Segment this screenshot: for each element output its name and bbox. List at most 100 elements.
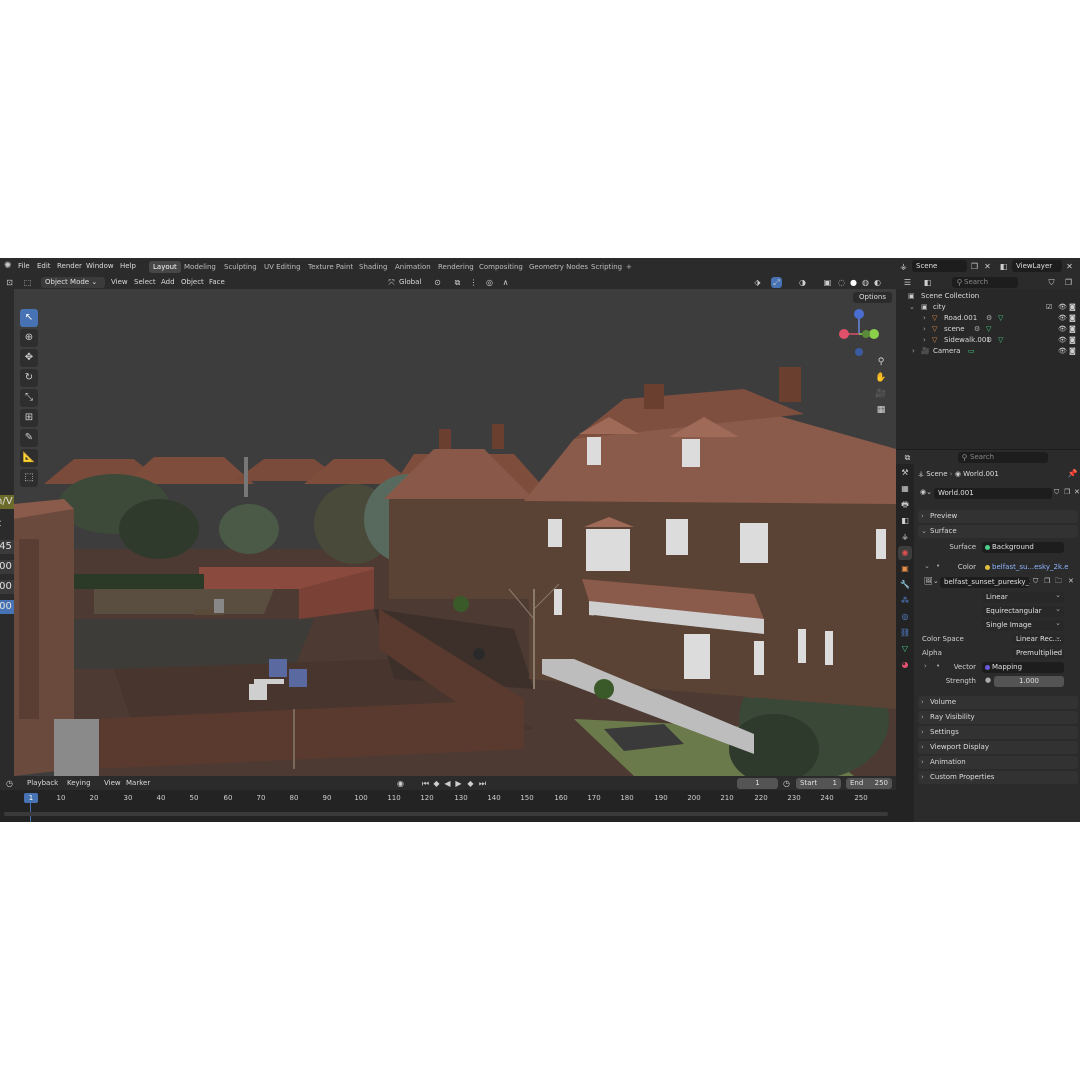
scene-name-field[interactable]: Scene bbox=[912, 260, 967, 272]
viewport-menu-face[interactable]: Face bbox=[209, 275, 225, 289]
shading-rendered-icon[interactable]: ◐ bbox=[872, 277, 883, 288]
new-scene-icon[interactable]: ❐ bbox=[969, 261, 980, 272]
modifier-tab-icon[interactable]: 🔧 bbox=[898, 578, 912, 592]
section-ray-visibility[interactable]: › Ray Visibility bbox=[918, 711, 1078, 724]
tab-sculpting[interactable]: Sculpting bbox=[220, 261, 261, 273]
3d-viewport[interactable]: ↖ ⊕ ✥ ↻ ⤡ ⊞ ✎ 📐 ⬚ Options ⚲ ✋ 🎥 ▦ bbox=[14, 289, 896, 776]
left-strip-value-4[interactable]: .00 bbox=[0, 560, 14, 574]
timeline-menu-keying[interactable]: Keying bbox=[67, 776, 91, 790]
timeline-scrollbar[interactable] bbox=[4, 812, 888, 816]
fake-user-shield-icon[interactable]: ⛉ bbox=[1033, 577, 1038, 586]
properties-search-input[interactable]: Search bbox=[958, 452, 1048, 463]
menu-file[interactable]: File bbox=[18, 258, 30, 275]
proportional-edit-icon[interactable]: ◎ bbox=[484, 277, 495, 288]
output-tab-icon[interactable]: 🖶 bbox=[898, 498, 912, 512]
pan-hand-icon[interactable]: ✋ bbox=[874, 371, 888, 385]
fake-user-shield-icon[interactable]: ⛉ bbox=[1054, 488, 1059, 497]
projection-dropdown[interactable]: Equirectangular bbox=[982, 606, 1064, 617]
snap-target-icon[interactable]: ⋮ bbox=[468, 277, 479, 288]
interpolation-dropdown[interactable]: Linear bbox=[982, 592, 1064, 603]
checkbox-icon[interactable]: ☑ bbox=[1046, 302, 1052, 313]
jump-start-icon[interactable]: ⏮ bbox=[420, 778, 431, 789]
view-layer-field[interactable]: ViewLayer bbox=[1012, 260, 1062, 272]
section-animation[interactable]: › Animation bbox=[918, 756, 1078, 769]
surface-shader-field[interactable]: Background bbox=[982, 542, 1064, 553]
falloff-icon[interactable]: ∧ bbox=[500, 277, 511, 288]
outliner-editor-icon[interactable]: ☰ bbox=[902, 277, 913, 288]
source-dropdown[interactable]: Single Image bbox=[982, 620, 1064, 631]
viewport-menu-select[interactable]: Select bbox=[134, 275, 156, 289]
visibility-eye-icon[interactable]: 👁 bbox=[1058, 324, 1067, 335]
alpha-dropdown[interactable]: Premultiplied bbox=[1012, 648, 1064, 659]
blender-logo-icon[interactable]: ✺ bbox=[4, 261, 14, 271]
tab-modeling[interactable]: Modeling bbox=[180, 261, 220, 273]
section-viewport-display[interactable]: › Viewport Display bbox=[918, 741, 1078, 754]
render-camera-icon[interactable]: ◙ bbox=[1069, 335, 1076, 346]
filter-icon[interactable]: ⛉ bbox=[1046, 277, 1057, 288]
scene-tab-icon[interactable]: ⚶ bbox=[898, 530, 912, 544]
preview-range-icon[interactable]: ◷ bbox=[781, 778, 792, 789]
camera-view-icon[interactable]: 🎥 bbox=[874, 387, 888, 401]
options-button[interactable]: Options bbox=[852, 292, 892, 303]
section-custom-properties[interactable]: › Custom Properties bbox=[918, 771, 1078, 784]
cursor-tool-icon[interactable]: ⊕ bbox=[20, 329, 38, 347]
expand-chevron-right-icon[interactable]: › bbox=[912, 346, 915, 357]
visibility-eye-icon[interactable]: 👁 bbox=[1058, 346, 1067, 357]
outliner-row-sidewalk[interactable]: › ▽ Sidewalk.001 ⚙ ▽ 👁 ◙ bbox=[896, 335, 1080, 346]
tool-tab-icon[interactable]: ⚒ bbox=[898, 466, 912, 480]
add-workspace-button[interactable]: + bbox=[622, 261, 636, 273]
tab-geometry-nodes[interactable]: Geometry Nodes bbox=[525, 261, 592, 273]
zoom-icon[interactable]: ⚲ bbox=[874, 355, 888, 369]
color-input-field[interactable]: belfast_su...esky_2k.exr bbox=[982, 562, 1068, 573]
expand-chevron-right-icon[interactable]: › bbox=[923, 313, 926, 324]
color-space-dropdown[interactable]: Linear Rec.... bbox=[1012, 634, 1064, 645]
left-strip-value-1[interactable]: n/V bbox=[0, 495, 14, 509]
menu-window[interactable]: Window bbox=[86, 258, 114, 275]
view-layer-tab-icon[interactable]: ◧ bbox=[898, 514, 912, 528]
frame-marker-current[interactable]: 1 bbox=[24, 793, 38, 803]
outliner-row-scene-collection[interactable]: ▣ Scene Collection bbox=[896, 291, 1080, 302]
jump-keyframe-forward-icon[interactable]: ◆ bbox=[465, 778, 476, 789]
pin-icon[interactable]: 📌 bbox=[1067, 468, 1078, 479]
new-world-icon[interactable]: ❐ bbox=[1064, 488, 1070, 496]
visibility-eye-icon[interactable]: 👁 bbox=[1058, 302, 1067, 313]
timeline-menu-marker[interactable]: Marker bbox=[126, 776, 150, 790]
xray-toggle-icon[interactable]: ▣ bbox=[822, 277, 833, 288]
pivot-point-icon[interactable]: ⊙ bbox=[432, 277, 443, 288]
tab-texture-paint[interactable]: Texture Paint bbox=[304, 261, 357, 273]
scale-tool-icon[interactable]: ⤡ bbox=[20, 389, 38, 407]
unlink-world-icon[interactable]: ✕ bbox=[1074, 488, 1080, 496]
play-reverse-icon[interactable]: ◀ bbox=[442, 778, 453, 789]
expand-chevron-down-icon[interactable]: ⌄ bbox=[909, 302, 915, 313]
vector-expand-chevron-icon[interactable]: › bbox=[924, 662, 927, 670]
shading-wireframe-icon[interactable]: ◌ bbox=[836, 277, 847, 288]
view-layer-icon[interactable]: ◧ bbox=[998, 261, 1009, 272]
delete-view-layer-icon[interactable]: ✕ bbox=[1064, 261, 1075, 272]
transform-orientation-icon[interactable]: ⤧ bbox=[386, 277, 397, 288]
menu-help[interactable]: Help bbox=[120, 258, 136, 275]
color-expand-chevron-icon[interactable]: ⌄ bbox=[924, 562, 930, 570]
tab-scripting[interactable]: Scripting bbox=[587, 261, 626, 273]
tab-layout[interactable]: Layout bbox=[149, 261, 181, 273]
left-strip-value-6[interactable]: .00 bbox=[0, 600, 14, 614]
selectability-icon[interactable]: ⬗ bbox=[752, 277, 763, 288]
tab-uv-editing[interactable]: UV Editing bbox=[260, 261, 305, 273]
menu-render[interactable]: Render bbox=[57, 258, 82, 275]
left-strip-value-3[interactable]: .45 bbox=[0, 540, 14, 554]
open-image-icon[interactable]: 🗀 bbox=[1055, 577, 1062, 588]
current-frame-field[interactable]: 1 bbox=[737, 778, 778, 789]
jump-end-icon[interactable]: ⏭ bbox=[477, 778, 488, 789]
object-mode-dropdown[interactable]: Object Mode ⌄ bbox=[41, 277, 105, 288]
new-image-icon[interactable]: ❐ bbox=[1044, 577, 1050, 585]
render-camera-icon[interactable]: ◙ bbox=[1069, 313, 1076, 324]
particles-tab-icon[interactable]: ⁂ bbox=[898, 594, 912, 608]
add-cube-tool-icon[interactable]: ⬚ bbox=[20, 469, 38, 487]
properties-editor-icon[interactable]: ⧉ bbox=[902, 452, 913, 463]
world-tab-icon[interactable]: ◉ bbox=[898, 546, 912, 560]
left-strip-value-5[interactable]: .00 bbox=[0, 580, 14, 594]
scene-selector-icon[interactable]: ⚶ bbox=[898, 261, 909, 272]
visibility-eye-icon[interactable]: 👁 bbox=[1058, 335, 1067, 346]
transform-tool-icon[interactable]: ⊞ bbox=[20, 409, 38, 427]
display-mode-icon[interactable]: ◧ bbox=[922, 277, 933, 288]
timeline-menu-playback[interactable]: Playback bbox=[27, 776, 58, 790]
